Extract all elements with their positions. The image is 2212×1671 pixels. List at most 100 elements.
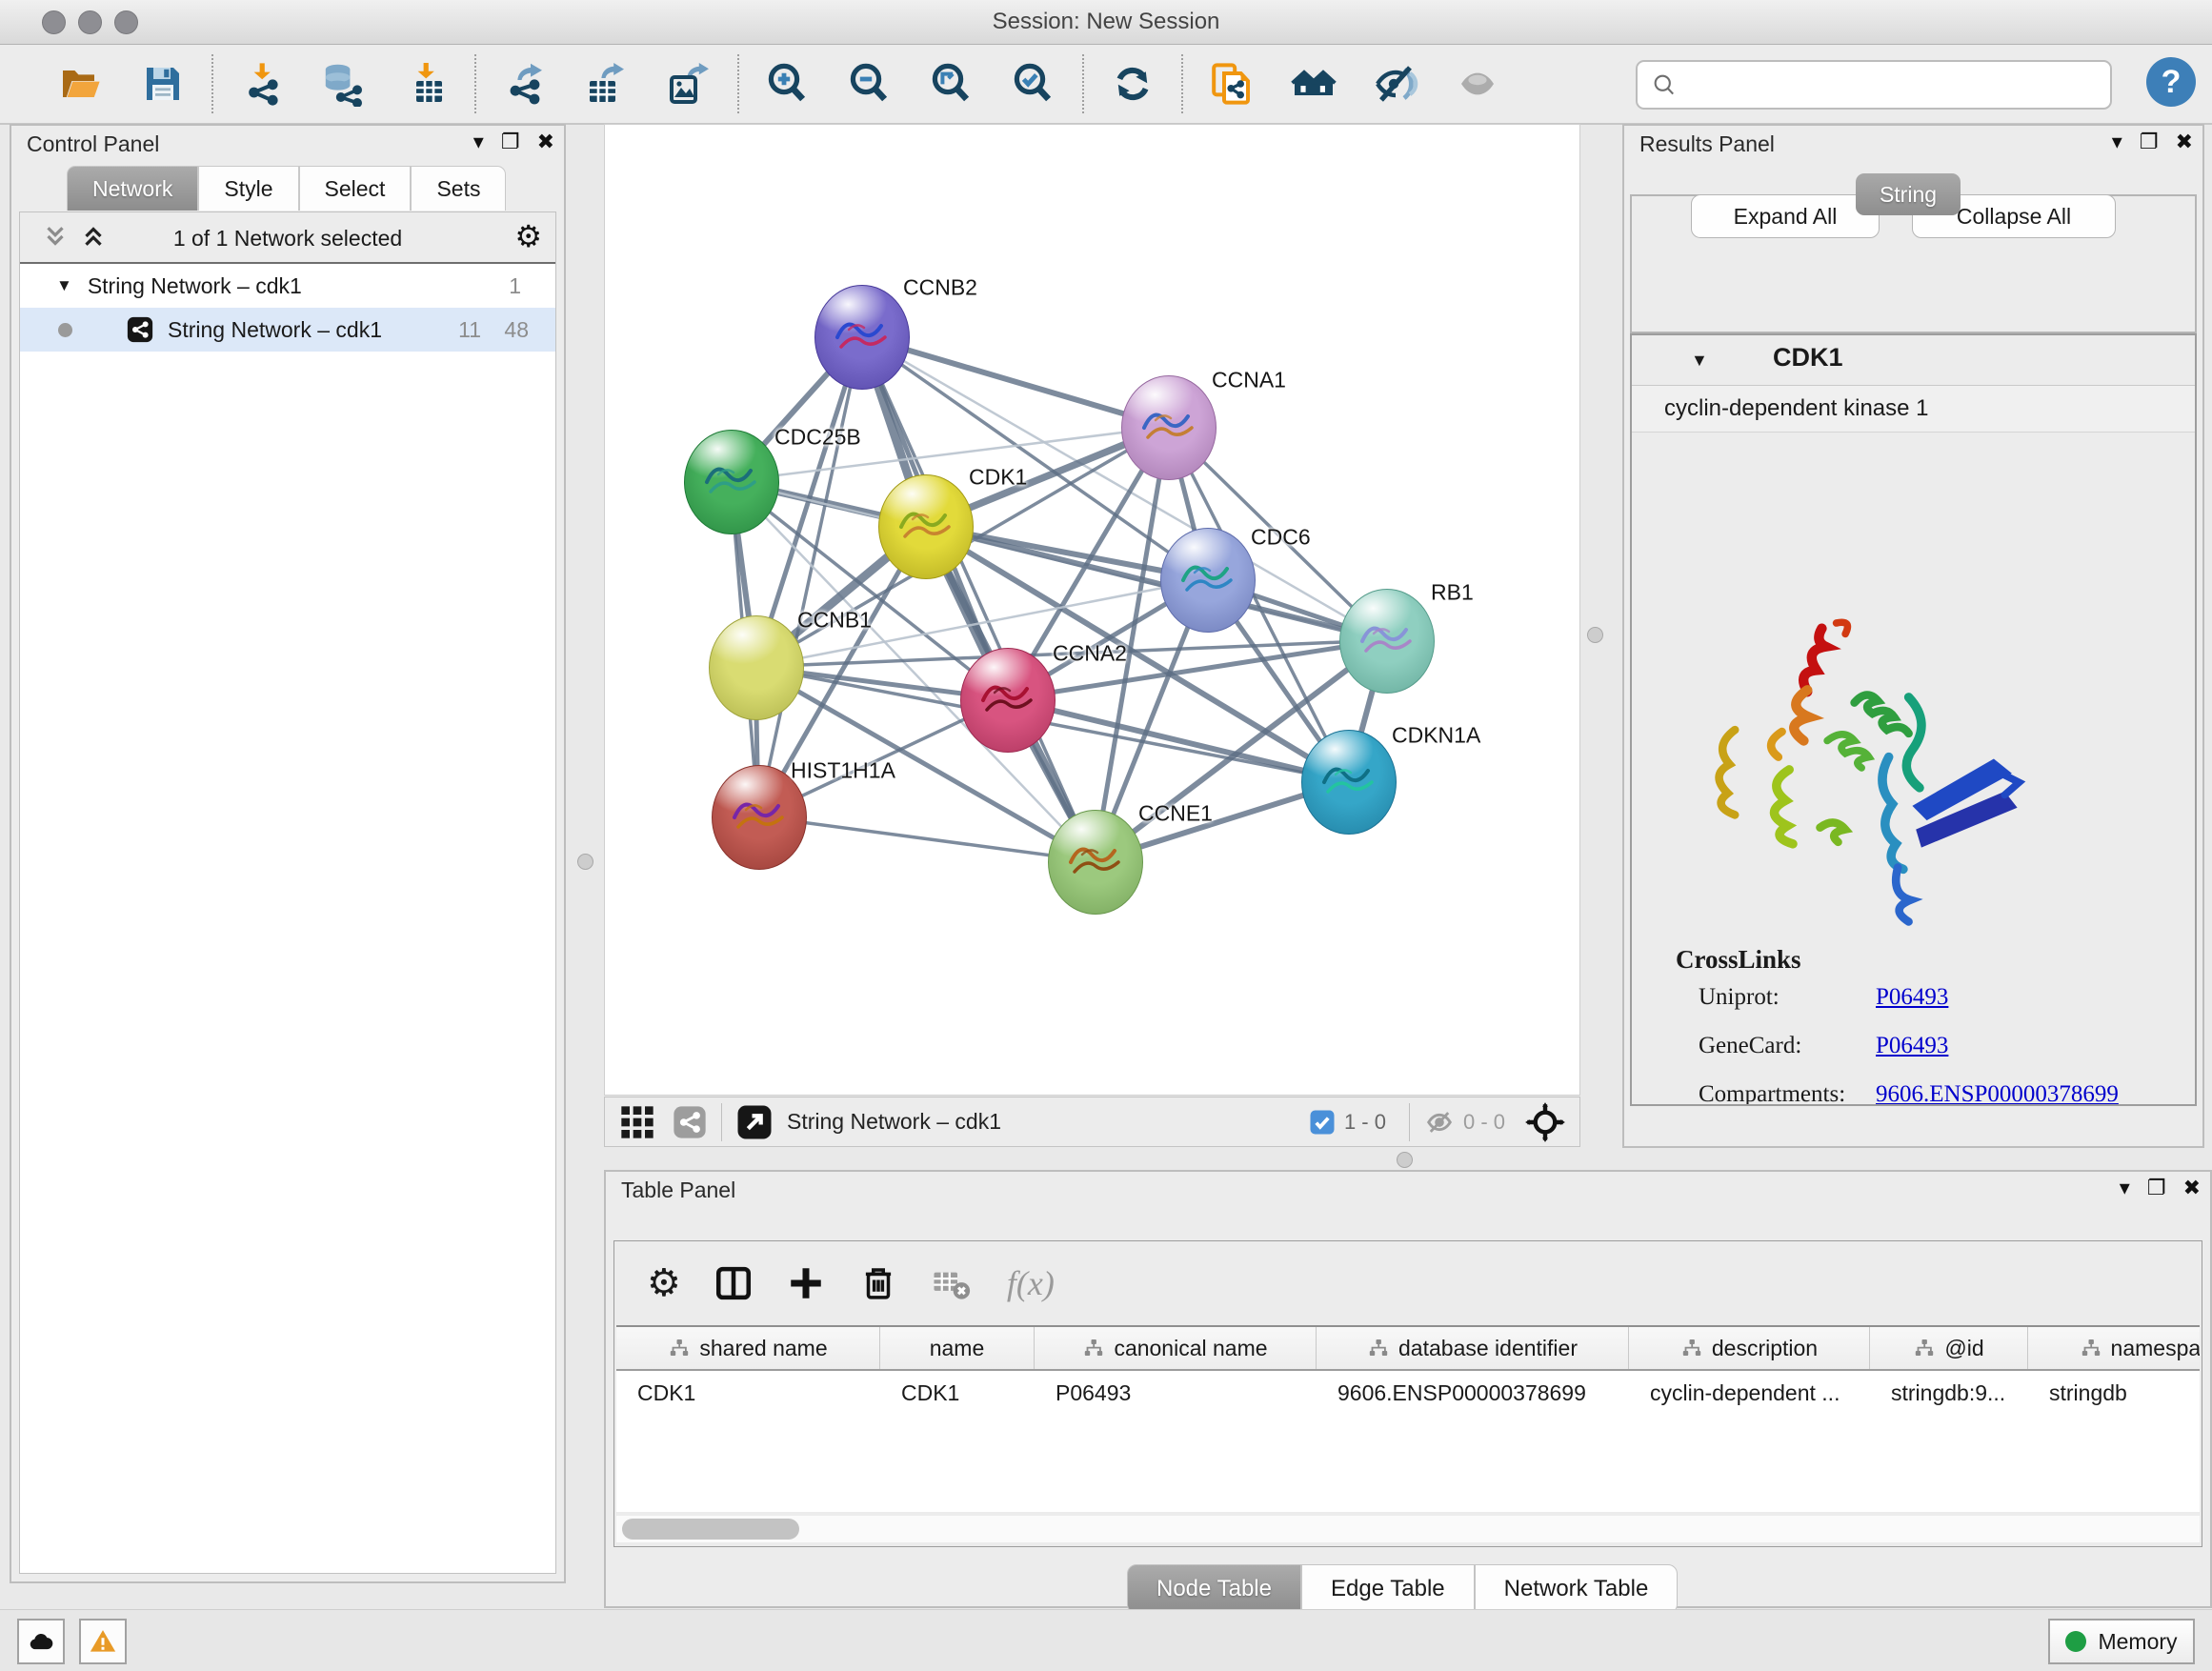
bottom-splitter-handle[interactable] <box>1397 1152 1413 1168</box>
network-node-rb1[interactable] <box>1339 589 1435 694</box>
tab-sets[interactable]: Sets <box>411 166 506 211</box>
tree-expand-arrow-icon[interactable]: ▼ <box>56 276 72 295</box>
network-node-ccna1[interactable] <box>1121 375 1217 480</box>
column-header-description[interactable]: description <box>1629 1327 1870 1369</box>
tab-network-table[interactable]: Network Table <box>1475 1564 1679 1614</box>
column-header-canonical-name[interactable]: canonical name <box>1035 1327 1317 1369</box>
save-session-icon[interactable] <box>138 59 188 109</box>
node-label-ccna1: CCNA1 <box>1212 368 1286 393</box>
selected-checkbox-icon[interactable] <box>1308 1108 1337 1137</box>
tab-network[interactable]: Network <box>67 166 198 211</box>
export-network-icon[interactable] <box>500 59 550 109</box>
grid-mode-icon[interactable] <box>618 1103 656 1141</box>
network-node-ccnb1[interactable] <box>709 615 804 720</box>
control-panel-title: Control Panel <box>27 131 159 157</box>
table-cell: stringdb:9... <box>1870 1371 2028 1415</box>
protein-ribbon-thumbnail-icon <box>832 311 893 364</box>
gene-description: cyclin-dependent kinase 1 <box>1632 386 2195 433</box>
create-column-plus-icon[interactable] <box>786 1263 826 1303</box>
delete-table-icon[interactable] <box>931 1263 971 1303</box>
tab-style[interactable]: Style <box>198 166 298 211</box>
hidden-eye-icon[interactable] <box>1423 1106 1456 1138</box>
search-box[interactable] <box>1636 60 2112 110</box>
network-view-canvas[interactable]: CCNB2 CCNA1 CDC25B CDK1 CDC6 RB1CCNB1 CC… <box>604 124 1580 1096</box>
protein-ribbon-thumbnail-icon <box>1138 401 1199 454</box>
zoom-out-icon[interactable] <box>845 59 895 109</box>
gene-collapse-arrow-icon[interactable]: ▼ <box>1691 351 1708 371</box>
zoom-fit-icon[interactable] <box>927 59 976 109</box>
network-node-ccne1[interactable] <box>1048 810 1143 915</box>
panel-close-icon[interactable]: ✖ <box>2183 1176 2201 1200</box>
panel-collapse-icon[interactable]: ▾ <box>2120 1176 2130 1200</box>
refresh-icon[interactable] <box>1108 59 1157 109</box>
warnings-button[interactable] <box>79 1619 127 1664</box>
network-node-cdc6[interactable] <box>1160 528 1256 633</box>
search-icon <box>1651 71 1678 98</box>
results-panel: Results Panel ▾ ❐ ✖ String Expand All Co… <box>1622 124 2204 1148</box>
panel-float-icon[interactable]: ❐ <box>2147 1176 2166 1200</box>
crosslink-link[interactable]: 9606.ENSP00000378699 <box>1876 1081 2119 1106</box>
warning-icon <box>89 1627 117 1656</box>
network-view-title: String Network – cdk1 <box>787 1109 1001 1135</box>
column-header-database-identifier[interactable]: database identifier <box>1317 1327 1629 1369</box>
network-node-cdc25b[interactable] <box>684 430 779 534</box>
network-badge-gray-icon[interactable] <box>672 1104 708 1140</box>
export-table-icon[interactable] <box>582 59 632 109</box>
node-label-ccnb1: CCNB1 <box>797 608 872 634</box>
column-header-namespace[interactable]: namespace <box>2028 1327 2200 1369</box>
zoom-selected-icon[interactable] <box>1009 59 1058 109</box>
home-icon[interactable] <box>1289 59 1338 109</box>
panel-float-icon[interactable]: ❐ <box>2140 130 2159 154</box>
import-table-icon[interactable] <box>401 59 451 109</box>
network-row[interactable]: String Network – cdk1 11 48 <box>20 308 555 352</box>
network-collection-row[interactable]: ▼ String Network – cdk1 1 <box>20 264 555 308</box>
import-network-database-icon[interactable] <box>319 59 369 109</box>
open-in-window-icon[interactable] <box>735 1103 774 1141</box>
crosshair-icon[interactable] <box>1524 1101 1566 1143</box>
duplicate-network-icon[interactable] <box>1207 59 1257 109</box>
tab-node-table[interactable]: Node Table <box>1127 1564 1301 1614</box>
tab-edge-table[interactable]: Edge Table <box>1301 1564 1475 1614</box>
gear-icon[interactable]: ⚙ <box>514 220 542 252</box>
network-node-cdk1[interactable] <box>878 474 974 579</box>
import-network-file-icon[interactable] <box>237 59 287 109</box>
left-splitter-handle[interactable] <box>577 854 593 870</box>
column-header--id[interactable]: @id <box>1870 1327 2028 1369</box>
table-settings-gear-icon[interactable]: ⚙ <box>647 1263 681 1303</box>
table-row[interactable]: CDK1CDK1P064939606.ENSP00000378699cyclin… <box>616 1371 2200 1415</box>
panel-close-icon[interactable]: ✖ <box>2176 130 2193 154</box>
tab-string[interactable]: String <box>1856 173 1961 215</box>
right-splitter-handle[interactable] <box>1587 627 1603 643</box>
network-node-cdkn1a[interactable] <box>1301 730 1397 835</box>
eye-icon[interactable] <box>1453 59 1502 109</box>
table-cell: 9606.ENSP00000378699 <box>1317 1371 1629 1415</box>
panel-collapse-icon[interactable]: ▾ <box>473 130 484 154</box>
export-image-icon[interactable] <box>664 59 714 109</box>
expand-all-button[interactable]: Expand All <box>1691 194 1880 238</box>
network-node-ccna2[interactable] <box>960 648 1056 753</box>
function-builder-icon[interactable]: f(x) <box>1007 1263 1055 1303</box>
show-hide-graphics-icon[interactable] <box>1371 59 1420 109</box>
panel-collapse-icon[interactable]: ▾ <box>2112 130 2122 154</box>
horizontal-scrollbar-thumb[interactable] <box>622 1519 799 1540</box>
results-panel-title: Results Panel <box>1639 131 1775 157</box>
show-columns-icon[interactable] <box>714 1263 754 1303</box>
zoom-in-icon[interactable] <box>763 59 813 109</box>
column-header-name[interactable]: name <box>880 1327 1035 1369</box>
cloud-services-button[interactable] <box>17 1619 65 1664</box>
column-header-shared-name[interactable]: shared name <box>616 1327 880 1369</box>
network-node-ccnb2[interactable] <box>814 285 910 390</box>
crosslink-link[interactable]: P06493 <box>1876 1033 1948 1059</box>
node-table: shared namenamecanonical namedatabase id… <box>616 1325 2200 1512</box>
delete-column-trash-icon[interactable] <box>858 1263 898 1303</box>
title-bar: Session: New Session <box>0 0 2212 45</box>
search-input[interactable] <box>1687 71 2110 98</box>
protein-structure-image <box>1684 593 2046 943</box>
help-button[interactable]: ? <box>2146 57 2196 107</box>
panel-close-icon[interactable]: ✖ <box>537 130 554 154</box>
tab-select[interactable]: Select <box>299 166 412 211</box>
panel-float-icon[interactable]: ❐ <box>501 130 520 154</box>
crosslink-link[interactable]: P06493 <box>1876 984 1948 1011</box>
memory-button[interactable]: Memory <box>2048 1619 2195 1664</box>
open-session-icon[interactable] <box>56 59 106 109</box>
